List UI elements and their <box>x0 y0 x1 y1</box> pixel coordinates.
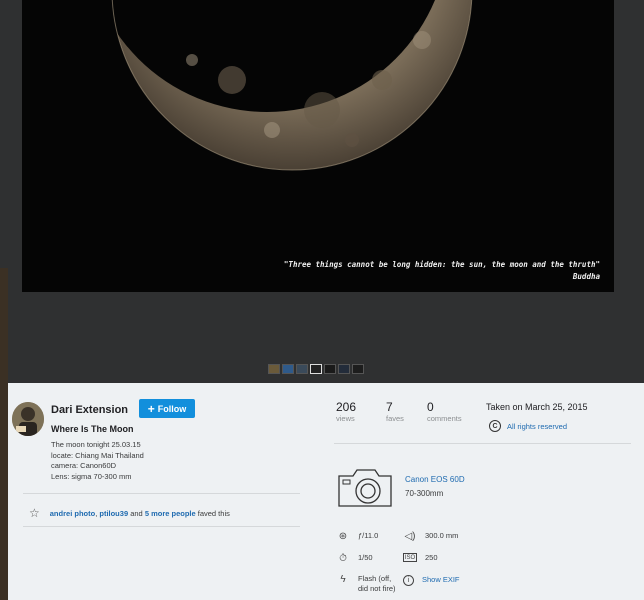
filmstrip-thumb[interactable] <box>282 364 294 374</box>
license[interactable]: C All rights reserved <box>489 420 567 432</box>
camera-model-link[interactable]: Canon EOS 60D <box>405 475 465 484</box>
avatar[interactable] <box>12 402 44 436</box>
faves-suffix: faved this <box>195 508 230 518</box>
plus-icon: + <box>147 401 155 416</box>
aperture-value: ƒ/11.0 <box>358 531 379 540</box>
follow-label: Follow <box>157 403 187 414</box>
star-icon[interactable]: ☆ <box>29 506 40 520</box>
license-text: All rights reserved <box>507 421 568 431</box>
comments-stat[interactable]: 0 comments <box>427 400 462 423</box>
filmstrip-thumb[interactable] <box>324 364 336 374</box>
views-label: views <box>336 414 355 423</box>
exif-aperture: ⊛ ƒ/11.0 <box>336 531 379 543</box>
faves-and: and <box>128 508 145 518</box>
stopwatch-icon: ⏱ <box>339 553 347 564</box>
iso-icon: ISO <box>403 553 417 562</box>
copyright-icon: C <box>489 420 501 432</box>
fave-user-link[interactable]: andrei photo <box>50 509 95 518</box>
avatar-image <box>12 402 44 436</box>
flash-value-line2: did not fire) <box>358 584 396 593</box>
info-icon: i <box>403 575 414 586</box>
photo-info-panel: Dari Extension + Follow Where Is The Moo… <box>8 383 644 600</box>
taken-date[interactable]: Taken on March 25, 2015 <box>486 402 588 412</box>
filmstrip-thumb-active[interactable] <box>310 364 322 374</box>
flash-icon: ϟ <box>340 574 346 585</box>
flash-value-line1: Flash (off, <box>358 574 392 583</box>
comments-count: 0 <box>427 400 434 414</box>
exif-flash: ϟ Flash (off, did not fire) <box>336 574 396 594</box>
filmstrip-thumb[interactable] <box>296 364 308 374</box>
filmstrip-thumb[interactable] <box>338 364 350 374</box>
faves-count: 7 <box>386 400 393 414</box>
photo-title: Where Is The Moon <box>51 424 134 434</box>
description-line: locate: Chiang Mai Thailand <box>51 450 144 460</box>
moon-image <box>22 0 614 292</box>
faves-summary: ☆ andrei photo, ptilou39 and 5 more peop… <box>29 506 230 520</box>
filmstrip <box>268 364 364 374</box>
filmstrip-thumb[interactable] <box>268 364 280 374</box>
exif-iso: ISO 250 <box>403 553 438 563</box>
left-edge-strip <box>0 268 8 600</box>
faves-stat[interactable]: 7 faves <box>386 400 404 423</box>
description-line: Lens: sigma 70-300 mm <box>51 471 132 481</box>
show-exif-label: Show EXIF <box>422 575 460 584</box>
views-stat: 206 views <box>336 400 356 423</box>
filmstrip-thumb[interactable] <box>352 364 364 374</box>
camera-icon <box>338 469 392 507</box>
faves-label: faves <box>386 414 404 423</box>
follow-button[interactable]: + Follow <box>139 399 195 418</box>
main-photo[interactable]: "Three things cannot be long hidden: the… <box>22 0 614 292</box>
shutter-value: 1/50 <box>358 553 373 562</box>
focal-length-icon: ◁) <box>404 531 416 542</box>
aperture-icon: ⊛ <box>338 531 348 542</box>
description-line: The moon tonight 25.03.15 <box>51 440 141 449</box>
quote-text: "Three things cannot be long hidden: the… <box>283 260 600 269</box>
focal-length-value: 300.0 mm <box>425 531 459 540</box>
divider <box>23 493 300 494</box>
comments-label: comments <box>427 414 462 423</box>
exif-shutter: ⏱ 1/50 <box>336 553 373 565</box>
photo-quote: "Three things cannot be long hidden: the… <box>284 259 600 283</box>
lens-info: 70-300mm <box>405 489 444 498</box>
views-count: 206 <box>336 400 357 414</box>
more-faves-link[interactable]: 5 more people <box>145 509 196 518</box>
iso-value: 250 <box>425 553 438 562</box>
exif-focal-length: ◁) 300.0 mm <box>403 531 458 543</box>
divider <box>23 526 300 527</box>
owner-name[interactable]: Dari Extension <box>51 404 128 416</box>
show-exif-link[interactable]: i Show EXIF <box>403 575 460 586</box>
photo-viewer: "Three things cannot be long hidden: the… <box>0 0 644 383</box>
photo-description: The moon tonight 25.03.15 locate: Chiang… <box>51 440 144 482</box>
fave-user-link[interactable]: ptilou39 <box>99 509 128 518</box>
quote-author: Buddha <box>572 272 600 281</box>
divider <box>334 443 631 444</box>
description-line: camera: Canon60D <box>51 461 117 470</box>
